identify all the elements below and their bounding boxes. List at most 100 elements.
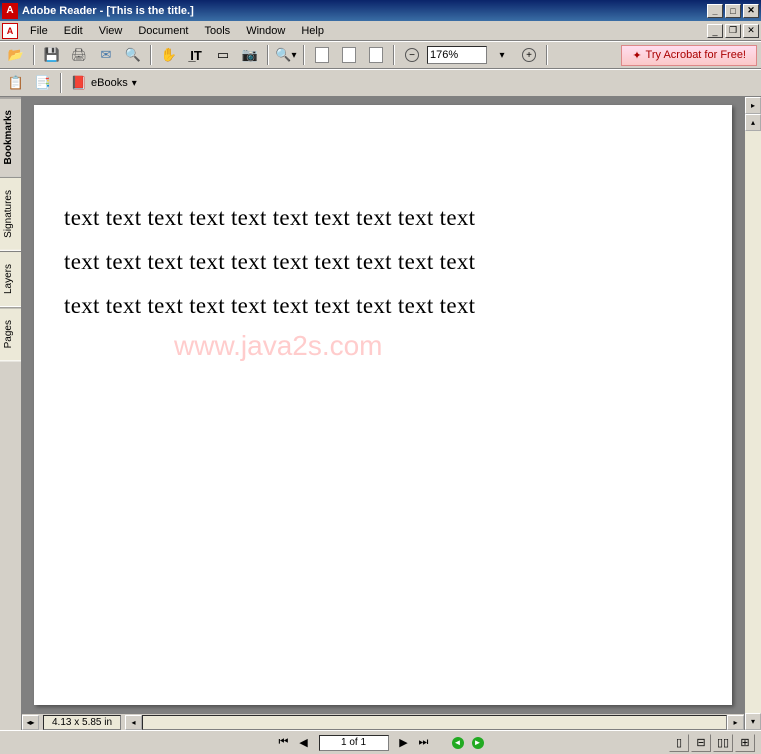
ebooks-label: eBooks — [91, 77, 128, 89]
secondary-toolbar: 📋 📑 📕 eBooks ▾ — [0, 69, 761, 97]
continuous-facing-view-button[interactable]: ⊞ — [735, 734, 755, 752]
organize-button[interactable]: 📑 — [31, 72, 55, 94]
marquee-icon: ▭ — [215, 47, 231, 63]
search-button[interactable]: 🔍 — [121, 44, 145, 66]
hand-tool-button[interactable]: ✋ — [157, 44, 181, 66]
page-number-input[interactable] — [319, 735, 389, 751]
mail-icon: ✉ — [98, 47, 114, 63]
vscroll-menu-button[interactable]: ▸ — [745, 97, 761, 114]
facing-view-button[interactable]: ▯▯ — [713, 734, 733, 752]
plus-icon: + — [522, 48, 536, 62]
sidebar-tab-bookmarks[interactable]: Bookmarks — [0, 97, 21, 177]
fit-width-button[interactable] — [364, 44, 388, 66]
zoom-tool-button[interactable]: 🔍▾ — [274, 44, 298, 66]
mdi-minimize-button[interactable]: _ — [707, 24, 723, 38]
prev-page-button[interactable]: ◀ — [295, 734, 313, 752]
sidebar-tab-signatures[interactable]: Signatures — [0, 177, 21, 251]
sidebar-tabs: BookmarksSignaturesLayersPages — [0, 97, 22, 730]
zoom-in-button[interactable]: + — [517, 44, 541, 66]
hscroll-right-button[interactable]: ▸ — [727, 715, 744, 730]
forward-icon: ► — [472, 737, 484, 749]
clipboard-icon: 📋 — [8, 75, 24, 91]
marquee-button[interactable]: ▭ — [211, 44, 235, 66]
window-title: Adobe Reader - [This is the title.] — [22, 5, 707, 17]
sidebar-tab-pages[interactable]: Pages — [0, 307, 21, 361]
mdi-close-button[interactable]: ✕ — [743, 24, 759, 38]
zoom-input[interactable] — [427, 46, 487, 64]
organize-icon: 📑 — [35, 75, 51, 91]
print-button[interactable]: 🖨 — [67, 44, 91, 66]
menu-help[interactable]: Help — [293, 23, 332, 39]
pdf-icon: A — [2, 23, 18, 39]
single-page-view-button[interactable]: ▯ — [669, 734, 689, 752]
promo-label: Try Acrobat for Free! — [646, 49, 746, 61]
magnifier-icon: 🔍 — [275, 47, 291, 63]
zoom-dropdown-button[interactable]: ▾ — [490, 44, 514, 66]
menu-document[interactable]: Document — [130, 23, 196, 39]
document-text-line: text text text text text text text text … — [64, 293, 702, 319]
clipboard-button[interactable]: 📋 — [4, 72, 28, 94]
dropdown-arrow-icon: ▾ — [499, 50, 504, 61]
binoculars-icon: 🔍 — [125, 47, 141, 63]
sidebar-tab-layers[interactable]: Layers — [0, 251, 21, 307]
hand-icon: ✋ — [161, 47, 177, 63]
ebooks-dropdown[interactable]: 📕 eBooks ▾ — [67, 73, 141, 93]
email-button[interactable]: ✉ — [94, 44, 118, 66]
text-select-button[interactable]: I̲T — [184, 44, 208, 66]
text-select-icon: I̲T — [188, 47, 204, 63]
continuous-icon: ⊟ — [696, 736, 705, 749]
minus-icon: − — [405, 48, 419, 62]
next-page-icon: ▶ — [399, 736, 407, 749]
vscroll-down-button[interactable]: ▾ — [745, 713, 761, 730]
first-page-button[interactable]: ⏮ — [275, 734, 293, 752]
document-text-line: text text text text text text text text … — [64, 205, 702, 231]
page-icon — [315, 47, 329, 63]
maximize-button[interactable]: □ — [725, 4, 741, 18]
page-icon — [342, 47, 356, 63]
folder-icon: 📂 — [8, 47, 24, 63]
fit-page-button[interactable] — [337, 44, 361, 66]
separator — [303, 45, 305, 65]
next-page-button[interactable]: ▶ — [395, 734, 413, 752]
last-page-button[interactable]: ⏭ — [415, 734, 433, 752]
save-button[interactable]: 💾 — [40, 44, 64, 66]
menu-view[interactable]: View — [91, 23, 131, 39]
next-view-button[interactable]: ► — [469, 734, 487, 752]
open-button[interactable]: 📂 — [4, 44, 28, 66]
main-toolbar: 📂 💾 🖨 ✉ 🔍 ✋ I̲T ▭ 📷 🔍▾ − ▾ + ✦ Try Acrob… — [0, 41, 761, 69]
actual-size-button[interactable] — [310, 44, 334, 66]
zoom-out-button[interactable]: − — [400, 44, 424, 66]
separator — [393, 45, 395, 65]
continuous-facing-icon: ⊞ — [740, 736, 749, 749]
menu-edit[interactable]: Edit — [56, 23, 91, 39]
page-icon — [369, 47, 383, 63]
dropdown-arrow-icon: ▾ — [291, 50, 296, 61]
menu-window[interactable]: Window — [238, 23, 293, 39]
vscroll-track[interactable] — [745, 131, 761, 713]
hscroll-track[interactable] — [142, 715, 727, 730]
mdi-restore-button[interactable]: ❐ — [725, 24, 741, 38]
menu-tools[interactable]: Tools — [197, 23, 239, 39]
first-page-icon: ⏮ — [279, 736, 289, 749]
prev-view-button[interactable]: ◄ — [449, 734, 467, 752]
dropdown-arrow-icon: ▾ — [132, 78, 137, 89]
ebooks-icon: 📕 — [71, 75, 87, 91]
snapshot-button[interactable]: 📷 — [238, 44, 262, 66]
vscroll-up-button[interactable]: ▴ — [745, 114, 761, 131]
hscroll-left-button[interactable]: ◂ — [125, 715, 142, 730]
horizontal-info-bar: ◂▸ 4.13 x 5.85 in ◂ ▸ — [22, 713, 744, 730]
try-acrobat-button[interactable]: ✦ Try Acrobat for Free! — [621, 45, 757, 66]
collapse-sidebar-button[interactable]: ◂▸ — [22, 715, 39, 730]
continuous-view-button[interactable]: ⊟ — [691, 734, 711, 752]
separator — [150, 45, 152, 65]
document-viewport[interactable]: text text text text text text text text … — [22, 97, 744, 713]
separator — [60, 73, 62, 93]
facing-icon: ▯▯ — [717, 736, 729, 749]
minimize-button[interactable]: _ — [707, 4, 723, 18]
close-button[interactable]: ✕ — [743, 4, 759, 18]
window-titlebar: A Adobe Reader - [This is the title.] _ … — [0, 0, 761, 21]
document-text-line: text text text text text text text text … — [64, 249, 702, 275]
separator — [33, 45, 35, 65]
separator — [546, 45, 548, 65]
menu-file[interactable]: File — [22, 23, 56, 39]
